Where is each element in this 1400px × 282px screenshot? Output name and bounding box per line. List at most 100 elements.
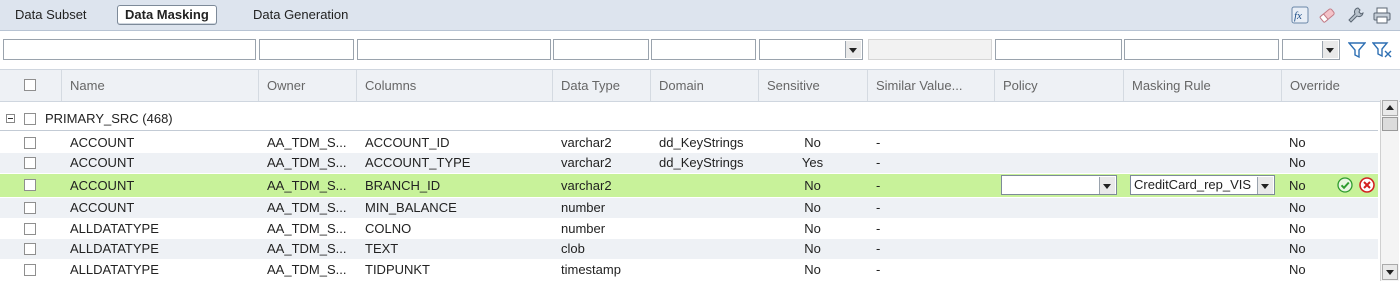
row-checkbox[interactable] xyxy=(24,243,36,255)
table-row[interactable]: ACCOUNT AA_TDM_S... ACCOUNT_TYPE varchar… xyxy=(0,153,1378,173)
accept-icon[interactable] xyxy=(1337,177,1353,193)
cell-override: No xyxy=(1289,262,1306,277)
cell-name: ACCOUNT xyxy=(70,155,135,170)
scroll-down-button[interactable] xyxy=(1382,264,1398,280)
cell-similar: - xyxy=(876,262,881,277)
table-row-selected[interactable]: ACCOUNT AA_TDM_S... BRANCH_ID varchar2 N… xyxy=(0,174,1378,197)
chevron-up-icon xyxy=(1386,105,1394,110)
collapse-icon[interactable] xyxy=(6,114,15,123)
cell-similar: - xyxy=(876,200,881,215)
fx-expression-icon[interactable]: fx xyxy=(1291,6,1309,24)
filter-icon[interactable] xyxy=(1348,41,1366,59)
row-checkbox[interactable] xyxy=(24,157,36,169)
svg-text:fx: fx xyxy=(1294,10,1302,22)
row-checkbox[interactable] xyxy=(24,223,36,235)
chevron-down-icon xyxy=(845,41,861,58)
cell-datatype: varchar2 xyxy=(561,178,612,193)
group-checkbox[interactable] xyxy=(24,113,36,125)
table-row[interactable]: ACCOUNT AA_TDM_S... MIN_BALANCE number N… xyxy=(0,198,1378,218)
table-row[interactable]: ALLDATATYPE AA_TDM_S... TIDPUNKT timesta… xyxy=(0,260,1378,280)
clear-filter-icon[interactable] xyxy=(1372,41,1392,59)
cell-column: COLNO xyxy=(365,221,412,236)
cell-owner: AA_TDM_S... xyxy=(267,178,347,193)
cell-override: No xyxy=(1289,221,1306,236)
cell-datatype: number xyxy=(561,200,606,215)
cell-owner: AA_TDM_S... xyxy=(267,135,347,150)
cell-datatype: varchar2 xyxy=(561,155,612,170)
cell-column: MIN_BALANCE xyxy=(365,200,457,215)
cell-owner: AA_TDM_S... xyxy=(267,221,347,236)
print-icon[interactable] xyxy=(1373,6,1391,24)
masking-rule-select[interactable]: CreditCard_rep_VIS xyxy=(1130,175,1275,195)
cell-datatype: clob xyxy=(561,241,585,256)
cell-datatype: number xyxy=(561,221,606,236)
cell-sensitive: No xyxy=(804,262,821,277)
column-header-domain[interactable]: Domain xyxy=(650,70,758,101)
cell-sensitive: No xyxy=(804,135,821,150)
table-row[interactable]: ALLDATATYPE AA_TDM_S... TEXT clob No - N… xyxy=(0,239,1378,259)
column-header-policy[interactable]: Policy xyxy=(994,70,1123,101)
cell-column: TIDPUNKT xyxy=(365,262,430,277)
tab-data-generation[interactable]: Data Generation xyxy=(253,6,348,24)
tab-bar: Data Subset Data Masking Data Generation… xyxy=(0,0,1400,31)
cell-domain: dd_KeyStrings xyxy=(659,155,744,170)
cell-owner: AA_TDM_S... xyxy=(267,262,347,277)
row-checkbox[interactable] xyxy=(24,179,36,191)
tab-data-subset[interactable]: Data Subset xyxy=(15,6,87,24)
vertical-scrollbar[interactable] xyxy=(1380,100,1399,281)
column-header-owner[interactable]: Owner xyxy=(258,70,355,101)
eraser-icon[interactable] xyxy=(1318,6,1336,24)
policy-filter-input[interactable] xyxy=(995,39,1122,60)
table-row[interactable]: ALLDATATYPE AA_TDM_S... COLNO number No … xyxy=(0,219,1378,239)
override-filter-select[interactable] xyxy=(1282,39,1340,60)
row-checkbox[interactable] xyxy=(24,202,36,214)
column-header-data-type[interactable]: Data Type xyxy=(552,70,650,101)
cell-name: ALLDATATYPE xyxy=(70,262,159,277)
cell-name: ALLDATATYPE xyxy=(70,221,159,236)
scroll-thumb[interactable] xyxy=(1382,117,1398,131)
similar-value-filter-disabled xyxy=(868,39,992,60)
cell-datatype: varchar2 xyxy=(561,135,612,150)
owner-filter-input[interactable] xyxy=(259,39,354,60)
domain-filter-input[interactable] xyxy=(651,39,756,60)
cell-override: No xyxy=(1289,241,1306,256)
cell-owner: AA_TDM_S... xyxy=(267,200,347,215)
cell-name: ACCOUNT xyxy=(70,135,135,150)
cell-column: ACCOUNT_ID xyxy=(365,135,450,150)
chevron-down-icon xyxy=(1322,41,1338,58)
cancel-icon[interactable] xyxy=(1359,177,1375,193)
grid-header: Name Owner Columns Data Type Domain Sens… xyxy=(0,69,1400,102)
scroll-up-button[interactable] xyxy=(1382,100,1398,116)
cell-sensitive: Yes xyxy=(801,155,824,170)
chevron-down-icon xyxy=(1257,177,1273,194)
column-header-columns[interactable]: Columns xyxy=(356,70,552,101)
name-filter-input[interactable] xyxy=(3,39,256,60)
cell-override: No xyxy=(1289,178,1306,193)
table-row[interactable]: ACCOUNT AA_TDM_S... ACCOUNT_ID varchar2 … xyxy=(0,133,1378,153)
tab-data-masking[interactable]: Data Masking xyxy=(117,5,217,25)
datatype-filter-input[interactable] xyxy=(553,39,649,60)
cell-owner: AA_TDM_S... xyxy=(267,155,347,170)
cell-domain: dd_KeyStrings xyxy=(659,135,744,150)
column-header-override[interactable]: Override xyxy=(1281,70,1380,101)
cell-sensitive: No xyxy=(804,200,821,215)
group-label: PRIMARY_SRC (468) xyxy=(45,111,173,126)
policy-select[interactable] xyxy=(1001,175,1117,195)
row-checkbox[interactable] xyxy=(24,264,36,276)
cell-similar: - xyxy=(876,241,881,256)
column-header-sensitive[interactable]: Sensitive xyxy=(758,70,867,101)
column-header-similar-value[interactable]: Similar Value... xyxy=(867,70,994,101)
cell-name: ACCOUNT xyxy=(70,178,135,193)
sensitive-filter-select[interactable] xyxy=(759,39,863,60)
wrench-icon[interactable] xyxy=(1346,6,1364,24)
masking-rule-filter-input[interactable] xyxy=(1124,39,1279,60)
select-all-checkbox[interactable] xyxy=(24,79,36,91)
column-header-name[interactable]: Name xyxy=(61,70,257,101)
chevron-down-icon xyxy=(1099,177,1115,194)
columns-filter-input[interactable] xyxy=(357,39,551,60)
cell-sensitive: No xyxy=(804,241,821,256)
cell-sensitive: No xyxy=(804,221,821,236)
row-checkbox[interactable] xyxy=(24,137,36,149)
cell-override: No xyxy=(1289,200,1306,215)
column-header-masking-rule[interactable]: Masking Rule xyxy=(1123,70,1281,101)
